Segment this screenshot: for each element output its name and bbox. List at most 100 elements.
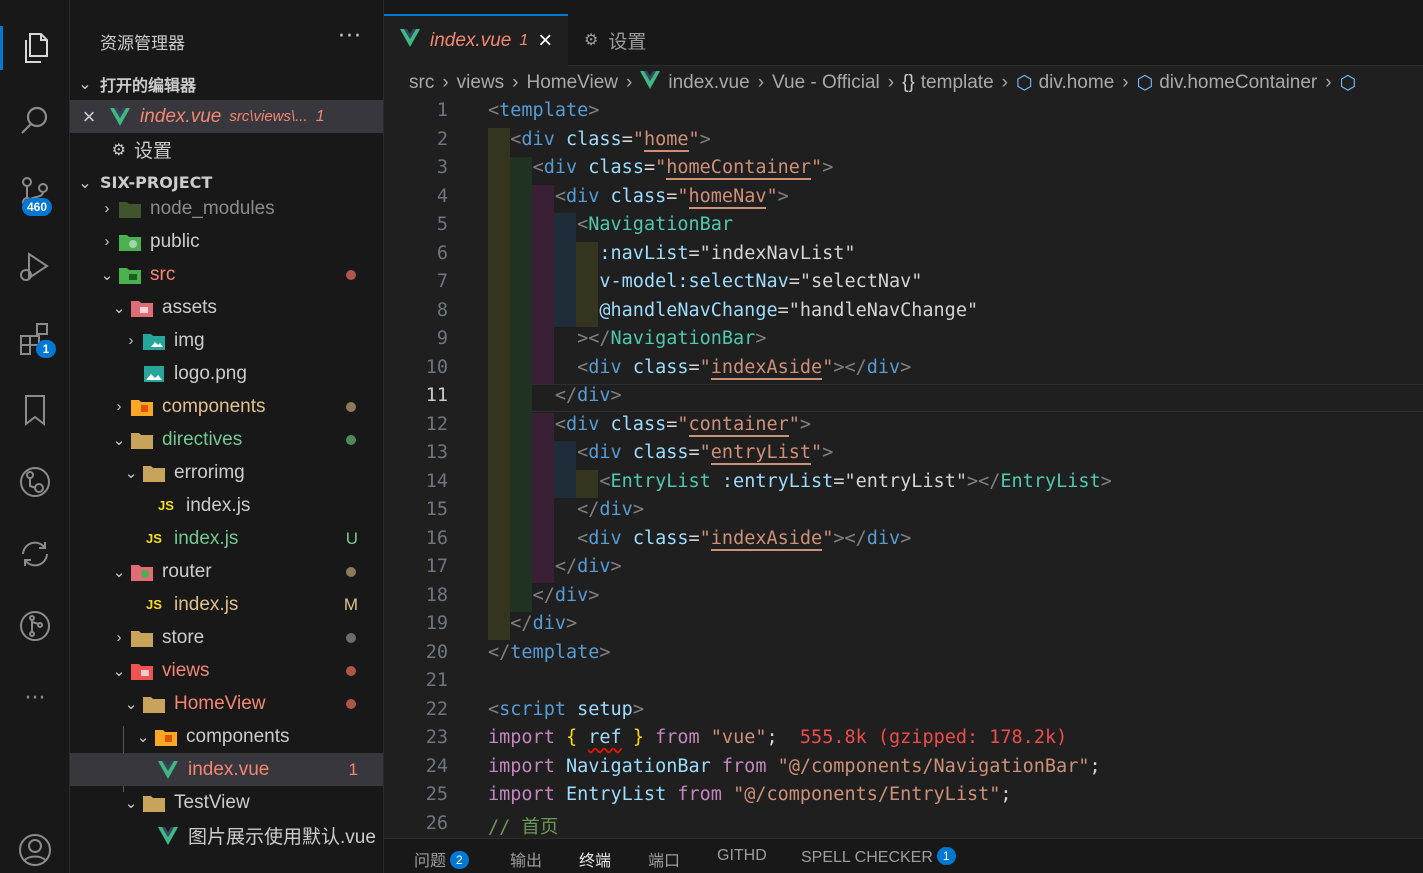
tree-folder-node_modules[interactable]: › node_modules: [70, 192, 383, 225]
code-line: <div class="home">: [510, 128, 711, 152]
source-control-icon[interactable]: 460: [0, 162, 70, 222]
assets-folder-icon: [130, 298, 154, 318]
tree-file-logo-png[interactable]: logo.png: [70, 357, 383, 390]
tree-folder-views[interactable]: ⌄ views: [70, 654, 383, 687]
tree-label: 图片展示使用默认.vue: [188, 827, 376, 848]
code-line: <div class="entryList">: [577, 442, 834, 465]
tree-label: index.js: [174, 593, 239, 615]
open-editor-settings-label: 设置: [134, 141, 173, 162]
code-line: @handleNavChange="handleNavChange": [599, 299, 979, 321]
git-icon[interactable]: [0, 596, 70, 656]
code-line: </template>: [488, 641, 611, 663]
code-line: </div>: [510, 613, 578, 634]
panel-tab-ports[interactable]: 端口: [648, 847, 680, 871]
extensions-icon[interactable]: 1: [0, 308, 70, 368]
code-line: <div class="indexAside"></div>: [577, 527, 912, 551]
line-number: 18: [425, 584, 448, 606]
js-file-icon: JS: [158, 498, 174, 513]
search-icon[interactable]: [0, 90, 70, 150]
code-line: </div>: [554, 556, 622, 577]
explorer-sidebar: 资源管理器 ··· ⌄ 打开的编辑器 × index.vue src\views…: [70, 0, 384, 873]
explorer-icon[interactable]: [0, 18, 70, 78]
panel-tab-output[interactable]: 输出: [510, 847, 542, 871]
line-number: 26: [425, 812, 448, 834]
more-icon[interactable]: ···: [0, 668, 70, 728]
tree-folder-assets[interactable]: ⌄ assets: [70, 291, 383, 324]
tree-file-router-index-js[interactable]: JS index.js M: [70, 588, 383, 621]
tree-folder-homeview[interactable]: ⌄ HomeView: [70, 687, 383, 720]
chevron-down-icon: ⌄: [112, 563, 126, 581]
panel-tab-terminal[interactable]: 终端: [579, 847, 611, 871]
close-icon[interactable]: ×: [538, 27, 552, 55]
git-status-badge: U: [345, 528, 358, 548]
views-folder-icon: [130, 661, 154, 681]
open-editor-settings[interactable]: ⚙ 设置: [70, 133, 383, 166]
code-line: import { ref } from "vue"; 555.8k (gzipp…: [488, 727, 1068, 748]
git-graph-icon[interactable]: [0, 452, 70, 512]
breadcrumb-item[interactable]: div.home: [1039, 72, 1115, 94]
breadcrumb-item[interactable]: views: [457, 72, 505, 94]
code-line: <NavigationBar: [577, 214, 734, 235]
breadcrumb-item[interactable]: Vue - Official: [772, 72, 880, 94]
line-number: 2: [436, 128, 448, 150]
folder-open-icon: [142, 463, 166, 483]
breadcrumb-item[interactable]: HomeView: [527, 72, 619, 94]
tree-folder-components[interactable]: › components: [70, 390, 383, 423]
open-editor-problems: 1: [315, 107, 325, 125]
breadcrumb-item[interactable]: index.vue: [668, 72, 749, 94]
tab-settings[interactable]: ⚙ 设置: [584, 14, 704, 66]
public-folder-icon: [118, 232, 142, 252]
panel-tab-problems[interactable]: 问题 2: [414, 847, 469, 871]
tree-label: errorimg: [174, 461, 245, 483]
bookmarks-icon[interactable]: [0, 380, 70, 440]
open-editors-label: 打开的编辑器: [100, 75, 197, 95]
breadcrumb-item[interactable]: src: [409, 72, 434, 94]
settings-icon: ⚙: [111, 141, 126, 159]
current-line-highlight: [488, 384, 1423, 412]
panel-tab-githd[interactable]: GITHD: [717, 847, 767, 865]
tree-folder-img[interactable]: › img: [70, 324, 383, 357]
breadcrumb-item[interactable]: template: [921, 72, 994, 94]
tree-folder-testview[interactable]: ⌄ TestView: [70, 786, 383, 819]
tree-folder-directives[interactable]: ⌄ directives: [70, 423, 383, 456]
tree-folder-public[interactable]: › public: [70, 225, 383, 258]
code-line: v-model:selectNav="selectNav": [599, 271, 923, 292]
tree-file-index-vue[interactable]: index.vue 1: [70, 753, 383, 786]
tree-file-errorimg-index-js[interactable]: JS index.js: [70, 489, 383, 522]
line-number: 21: [425, 670, 448, 691]
vue-file-icon: [108, 107, 132, 127]
account-icon[interactable]: [0, 820, 70, 873]
tree-label: components: [186, 725, 290, 747]
line-number: 14: [425, 470, 448, 492]
panel-tab-spell-checker[interactable]: SPELL CHECKER 1: [801, 847, 956, 867]
chevron-right-icon: ›: [104, 200, 110, 217]
scm-count-badge: 460: [22, 198, 53, 216]
tree-label: HomeView: [174, 692, 266, 714]
vue-file-icon: [156, 826, 180, 846]
breadcrumb-item[interactable]: div.homeContainer: [1159, 72, 1317, 94]
tree-folder-router[interactable]: ⌄ router: [70, 555, 383, 588]
line-number: 6: [436, 242, 448, 264]
tree-file-directives-index-js[interactable]: JS index.js U: [70, 522, 383, 555]
tree-file-testview-vue[interactable]: 图片展示使用默认.vue: [70, 819, 383, 852]
vue-file-icon: [640, 71, 661, 95]
code-editor[interactable]: 1 2 3 4 5 6 7 8 9 10 11 12 13 14 15 16 17 18 19 20 21 22 23 24 2…: [384, 100, 1423, 838]
open-editor-index-vue[interactable]: × index.vue src\views\... 1: [70, 100, 383, 133]
tree-folder-errorimg[interactable]: ⌄ errorimg: [70, 456, 383, 489]
tree-folder-src[interactable]: ⌄ src: [70, 258, 383, 291]
line-number: 4: [436, 185, 448, 207]
tab-index-vue[interactable]: index.vue 1 ×: [384, 14, 568, 66]
tree-label: assets: [162, 296, 217, 318]
tree-folder-homeview-components[interactable]: ⌄ components: [70, 720, 383, 753]
bottom-panel: 问题 2 输出 终端 端口 GITHD SPELL CHECKER 1: [384, 838, 1423, 873]
editor-tabs: index.vue 1 × ⚙ 设置: [384, 0, 1423, 66]
folder-open-icon: [142, 694, 166, 714]
run-debug-icon[interactable]: [0, 236, 70, 296]
diff-icon[interactable]: [0, 524, 70, 584]
sidebar-more-button[interactable]: ···: [338, 24, 362, 49]
tree-folder-store[interactable]: › store: [70, 621, 383, 654]
open-editors-section[interactable]: ⌄ 打开的编辑器: [70, 67, 383, 100]
braces-icon: {}: [902, 72, 915, 93]
line-number: 24: [425, 755, 448, 777]
close-icon[interactable]: ×: [70, 104, 108, 130]
